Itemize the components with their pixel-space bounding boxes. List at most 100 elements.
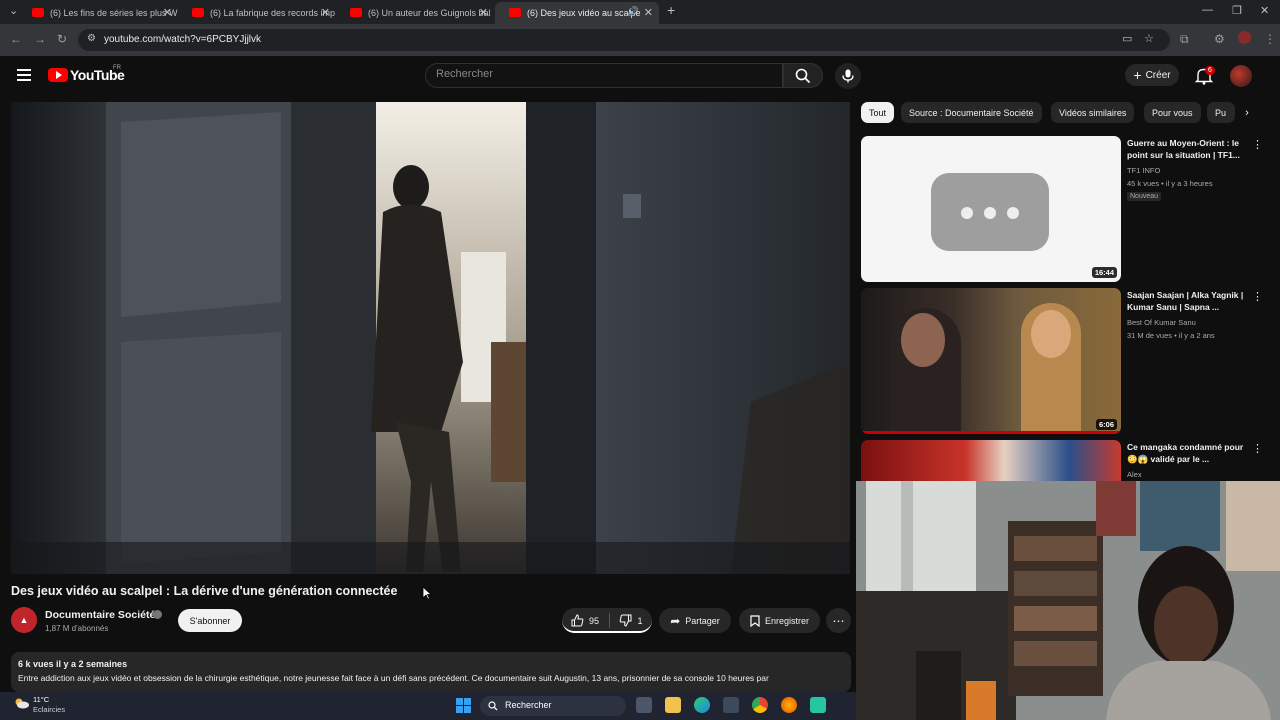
recommendation-channel[interactable]: Alex: [1127, 470, 1142, 479]
webcam-overlay: [856, 481, 1280, 720]
minimize-icon[interactable]: —: [1202, 4, 1213, 16]
tab-title: (6) Un auteur des Guignols bal: [368, 8, 491, 18]
site-info-icon[interactable]: ⚙: [87, 33, 96, 44]
extensions-icon[interactable]: ⧉: [1180, 32, 1189, 47]
chip-for-you[interactable]: Pour vous: [1144, 102, 1201, 123]
recommendation-thumbnail[interactable]: [861, 440, 1121, 481]
notification-count-badge: 6: [1205, 66, 1215, 75]
thumbs-up-icon: [571, 614, 584, 627]
bookmark-star-icon[interactable]: ☆: [1144, 32, 1154, 45]
browser-menu-icon[interactable]: ⋮: [1264, 32, 1276, 46]
reload-icon[interactable]: ↻: [57, 32, 67, 46]
recommendation-title[interactable]: Guerre au Moyen-Orient : le point sur la…: [1127, 137, 1247, 161]
chevron-right-icon[interactable]: ›: [1236, 102, 1258, 123]
edge-browser-icon[interactable]: [694, 697, 710, 713]
save-button[interactable]: Enregistrer: [739, 608, 820, 633]
recommendation-thumbnail[interactable]: 16:44: [861, 136, 1121, 282]
close-tab-icon[interactable]: ✕: [321, 6, 330, 19]
weather-temperature[interactable]: 11°C: [33, 695, 49, 704]
recommendation-meta: 45 k vues • il y a 3 heures: [1127, 179, 1213, 188]
browser-tab[interactable]: (6) La fabrique des records imp ✕: [178, 2, 336, 24]
recommendation-title[interactable]: Saajan Saajan | Alka Yagnik | Kumar Sanu…: [1127, 289, 1247, 313]
speaker-icon[interactable]: 🔊: [628, 6, 639, 17]
share-button[interactable]: ➦ Partager: [659, 608, 731, 633]
forward-icon[interactable]: →: [34, 32, 46, 46]
close-tab-icon[interactable]: ✕: [163, 6, 172, 19]
search-box[interactable]: [425, 63, 783, 88]
youtube-favicon-icon: [32, 8, 44, 17]
youtube-header: YouTube FR + Créer 6: [0, 56, 1280, 96]
menu-icon[interactable]: [17, 69, 31, 81]
views-and-date: 6 k vues il y a 2 semaines: [18, 659, 128, 669]
more-actions-button[interactable]: ⋯: [826, 608, 851, 633]
chip-similar[interactable]: Vidéos similaires: [1051, 102, 1135, 123]
chrome-icon[interactable]: [752, 697, 768, 713]
dislike-button[interactable]: 1: [610, 608, 652, 633]
youtube-logo-icon[interactable]: [48, 68, 68, 82]
verified-icon: [153, 610, 162, 619]
subscribe-button[interactable]: S'abonner: [178, 609, 242, 632]
recommendation-title[interactable]: Ce mangaka condamné pour 😳😱 validé par l…: [1127, 441, 1247, 465]
windows-start-icon[interactable]: [456, 698, 471, 713]
search-button[interactable]: [783, 63, 823, 88]
chip-partial[interactable]: Pu: [1207, 102, 1235, 123]
url-text: youtube.com/watch?v=6PCBYJjjlvk: [104, 34, 262, 45]
thumbs-down-icon: [620, 614, 632, 627]
close-tab-icon[interactable]: ✕: [644, 6, 653, 19]
search-input[interactable]: [436, 68, 766, 80]
browser-tab-strip: ⌄ (6) Les fins de séries les plus W ✕ (6…: [0, 0, 1280, 24]
browser-tab[interactable]: (6) Un auteur des Guignols bal ✕: [336, 2, 494, 24]
recommendation-channel[interactable]: Best Of Kumar Sanu: [1127, 318, 1196, 327]
settings-icon[interactable]: ⚙: [1214, 32, 1225, 46]
webcam-feed: [856, 481, 1280, 720]
recommendation-channel[interactable]: TF1 INFO: [1127, 166, 1160, 175]
task-view-icon[interactable]: [636, 697, 652, 713]
profile-avatar[interactable]: [1238, 31, 1251, 44]
youtube-favicon-icon: [192, 8, 204, 17]
back-icon[interactable]: ←: [10, 32, 22, 46]
like-dislike-group: 95 1: [562, 608, 652, 633]
search-icon: [795, 68, 811, 83]
create-button[interactable]: + Créer: [1125, 64, 1179, 86]
browser-tab[interactable]: (6) Les fins de séries les plus W ✕: [18, 2, 178, 24]
cast-icon[interactable]: ▭: [1122, 32, 1132, 45]
url-field[interactable]: ⚙ youtube.com/watch?v=6PCBYJjjlvk ▭ ☆: [78, 29, 1170, 51]
more-vertical-icon[interactable]: ⋮: [1252, 138, 1263, 151]
file-explorer-icon[interactable]: [665, 697, 681, 713]
account-avatar[interactable]: [1230, 65, 1252, 87]
voice-search-button[interactable]: [835, 63, 861, 89]
new-badge: Nouveau: [1127, 192, 1162, 201]
video-duration: 16:44: [1091, 267, 1117, 278]
close-tab-icon[interactable]: ✕: [479, 6, 488, 19]
weather-cloud-icon[interactable]: [14, 697, 30, 709]
channel-avatar[interactable]: ▲: [11, 607, 37, 633]
more-vertical-icon[interactable]: ⋮: [1252, 442, 1263, 455]
channel-name[interactable]: Documentaire Société: [45, 609, 155, 621]
video-player[interactable]: [11, 102, 850, 574]
more-vertical-icon[interactable]: ⋮: [1252, 290, 1263, 303]
like-button[interactable]: 95: [562, 608, 608, 633]
store-icon[interactable]: [723, 697, 739, 713]
browser-tab-active[interactable]: (6) Des jeux vidéo au scalpe 🔊 ✕: [495, 2, 659, 24]
recommendation-thumbnail[interactable]: 6:06: [861, 288, 1121, 434]
video-title: Des jeux vidéo au scalpel : La dérive d'…: [11, 584, 398, 598]
weather-condition[interactable]: Eclaircies: [33, 705, 65, 714]
plus-icon: +: [1133, 67, 1142, 83]
windows-taskbar: 11°C Eclaircies Rechercher: [0, 692, 856, 720]
youtube-favicon-icon: [509, 8, 521, 17]
microphone-icon: [842, 69, 854, 83]
more-horizontal-icon: ⋯: [832, 613, 845, 628]
maximize-icon[interactable]: ❐: [1232, 4, 1242, 17]
tab-title: (6) La fabrique des records imp: [210, 8, 336, 18]
new-tab-icon[interactable]: +: [667, 2, 675, 18]
app-icon[interactable]: [810, 697, 826, 713]
tab-title: (6) Les fins de séries les plus W: [50, 8, 178, 18]
close-window-icon[interactable]: ✕: [1260, 4, 1269, 17]
video-duration: 6:06: [1095, 419, 1117, 430]
chip-source[interactable]: Source : Documentaire Société: [901, 102, 1042, 123]
chip-all[interactable]: Tout: [861, 102, 895, 123]
firefox-icon[interactable]: [781, 697, 797, 713]
tab-search-icon[interactable]: ⌄: [9, 4, 18, 17]
description-box[interactable]: 6 k vues il y a 2 semaines Entre addicti…: [11, 652, 851, 692]
taskbar-search[interactable]: Rechercher: [480, 696, 626, 716]
